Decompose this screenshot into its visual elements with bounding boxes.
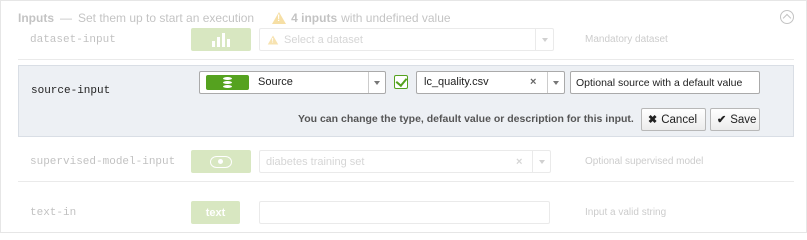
input-row-supervised-model: supervised-model-input diabetes training… bbox=[18, 143, 794, 181]
input-row-dataset: dataset-input Select a dataset Mandatory… bbox=[18, 21, 794, 59]
inputs-panel: Inputs — Set them up to start an executi… bbox=[0, 0, 807, 233]
dataset-type-button[interactable] bbox=[191, 28, 251, 51]
input-name: source-input bbox=[31, 85, 111, 97]
chevron-down-icon bbox=[368, 72, 385, 93]
description-input[interactable] bbox=[570, 71, 760, 94]
chevron-down-icon bbox=[547, 72, 564, 93]
eye-icon bbox=[210, 155, 232, 168]
save-label: Save bbox=[730, 113, 757, 126]
database-icon bbox=[223, 77, 232, 88]
input-row-source: source-input Source lc_quality.csv × You… bbox=[18, 65, 794, 137]
source-type-label: Source bbox=[258, 76, 293, 88]
bar-chart-icon bbox=[212, 32, 230, 47]
input-description: Input a valid string bbox=[585, 207, 667, 218]
dataset-placeholder: Select a dataset bbox=[284, 33, 363, 46]
text-type-button[interactable]: text bbox=[191, 201, 240, 224]
source-value: lc_quality.csv bbox=[424, 76, 489, 88]
text-input-field[interactable] bbox=[259, 201, 550, 224]
text-type-label: text bbox=[205, 206, 226, 219]
input-name: dataset-input bbox=[30, 34, 116, 46]
clear-icon[interactable]: × bbox=[516, 156, 522, 168]
divider bbox=[18, 59, 794, 60]
close-icon: ✖ bbox=[648, 114, 658, 126]
input-description: Optional supervised model bbox=[585, 156, 704, 167]
save-button[interactable]: ✔ Save bbox=[710, 108, 760, 131]
dataset-select[interactable]: Select a dataset bbox=[259, 28, 554, 51]
source-type-select[interactable]: Source bbox=[199, 71, 386, 94]
clear-icon[interactable]: × bbox=[530, 72, 536, 93]
chevron-down-icon bbox=[532, 151, 550, 172]
input-name: text-in bbox=[30, 207, 77, 219]
source-type-badge bbox=[206, 75, 249, 90]
model-value: diabetes training set bbox=[266, 155, 365, 168]
chevron-down-icon bbox=[535, 29, 553, 50]
default-value-checkbox[interactable] bbox=[394, 75, 408, 89]
check-icon: ✔ bbox=[717, 114, 727, 126]
divider bbox=[18, 181, 794, 182]
edit-hint: You can change the type, default value o… bbox=[298, 113, 634, 125]
model-select[interactable]: diabetes training set × bbox=[259, 150, 551, 173]
model-type-button[interactable] bbox=[191, 150, 251, 173]
cancel-button[interactable]: ✖ Cancel bbox=[641, 108, 706, 131]
source-value-select[interactable]: lc_quality.csv × bbox=[416, 71, 565, 94]
input-description: Mandatory dataset bbox=[585, 34, 668, 45]
warning-icon bbox=[267, 35, 279, 44]
cancel-label: Cancel bbox=[661, 113, 698, 126]
input-row-text: text-in text Input a valid string bbox=[18, 194, 794, 232]
input-name: supervised-model-input bbox=[30, 156, 176, 168]
